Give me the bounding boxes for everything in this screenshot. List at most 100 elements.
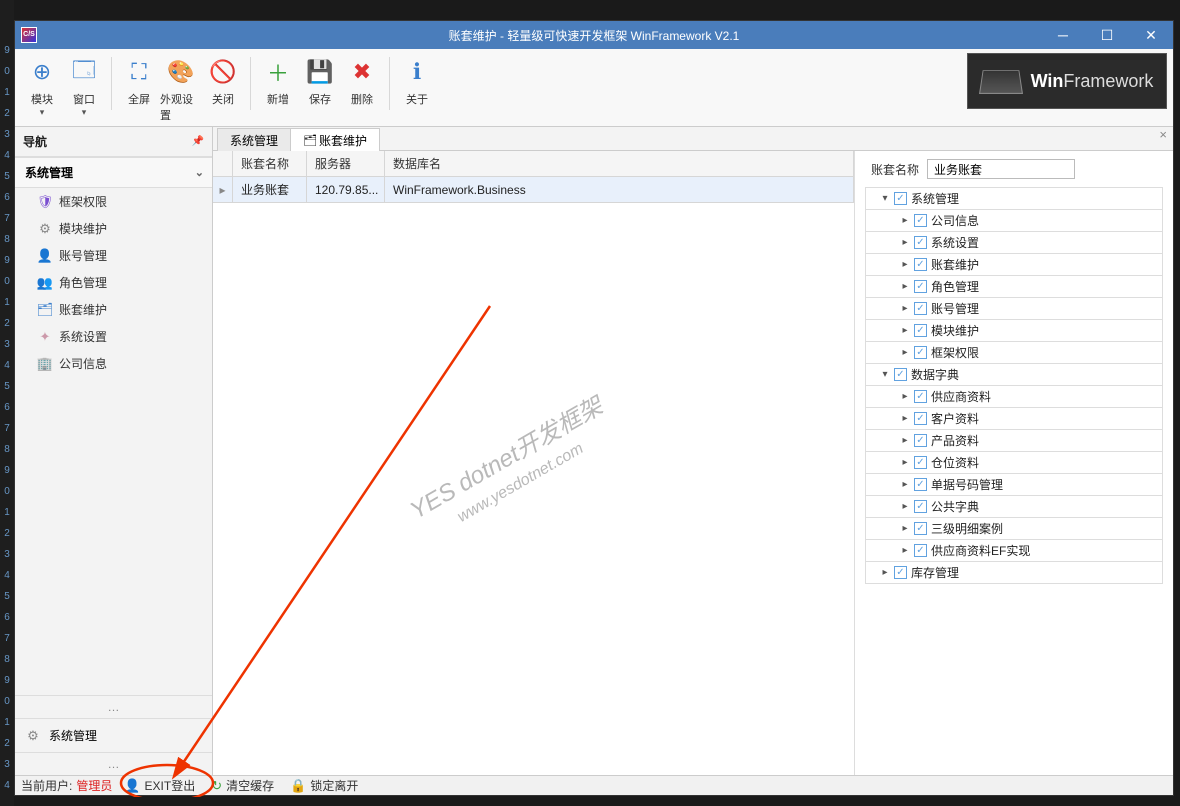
toolbar-窗口[interactable]: 🗔窗口▾ [63, 53, 105, 126]
tree-expand-icon[interactable]: ▸ [900, 391, 910, 402]
tree-checkbox[interactable]: ✓ [914, 258, 927, 271]
tree-node-模块维护[interactable]: ▸✓模块维护 [865, 320, 1163, 342]
toolbar-保存[interactable]: 💾保存 [299, 53, 341, 126]
pin-icon[interactable]: 📌 [192, 136, 204, 147]
toolbar-关于[interactable]: ℹ关于 [396, 53, 438, 126]
tree-node-公共字典[interactable]: ▸ ✓ 公共字典 [865, 496, 1163, 518]
tree-checkbox[interactable]: ✓ [914, 478, 927, 491]
nav-item-icon: 🏢 [37, 356, 53, 372]
tree-checkbox[interactable]: ✓ [914, 456, 927, 469]
clear-cache-button[interactable]: ↻ 清空缓存 [211, 777, 274, 794]
toolbar-外观设置[interactable]: 🎨外观设置 [160, 53, 202, 126]
tree-checkbox[interactable]: ✓ [914, 434, 927, 447]
grid-header-name[interactable]: 账套名称 [233, 151, 307, 176]
close-button[interactable]: ✕ [1129, 21, 1173, 49]
toolbar-删除[interactable]: ✖删除 [341, 53, 383, 126]
minimize-button[interactable]: ─ [1041, 21, 1085, 49]
tree-expand-icon[interactable]: ▸ [900, 523, 910, 534]
tree-expand-icon[interactable]: ▸ [900, 281, 910, 292]
tree-node-账号管理[interactable]: ▸✓账号管理 [865, 298, 1163, 320]
tree-checkbox[interactable]: ✓ [914, 522, 927, 535]
tree-checkbox[interactable]: ✓ [914, 280, 927, 293]
grid-header-server[interactable]: 服务器 [307, 151, 385, 176]
cell-db[interactable]: WinFramework.Business [385, 177, 854, 202]
tree-checkbox[interactable]: ✓ [914, 302, 927, 315]
watermark-line2: www.yesdotnet.com [420, 419, 619, 547]
tree-checkbox[interactable]: ✓ [894, 192, 907, 205]
tree-expand-icon[interactable]: ▸ [900, 347, 910, 358]
tree-checkbox[interactable]: ✓ [914, 544, 927, 557]
tab-close-all-icon[interactable]: × [1153, 127, 1173, 150]
tree-expand-icon[interactable]: ▸ [900, 303, 910, 314]
lock-leave-button[interactable]: 🔒 锁定离开 [290, 777, 358, 794]
grid-pane: 账套名称 服务器 数据库名 ▸业务账套120.79.85...WinFramew… [213, 151, 855, 775]
tree-node-供应商资料[interactable]: ▸✓供应商资料 [865, 386, 1163, 408]
tree-label: 公共字典 [931, 498, 979, 515]
tree-checkbox[interactable]: ✓ [914, 236, 927, 249]
tree-expand-icon[interactable]: ▸ [900, 545, 910, 556]
tree-node-框架权限[interactable]: ▸✓框架权限 [865, 342, 1163, 364]
tree-expand-icon[interactable]: ▸ [880, 567, 890, 578]
maximize-button[interactable]: ☐ [1085, 21, 1129, 49]
tree-node-客户资料[interactable]: ▸✓客户资料 [865, 408, 1163, 430]
tree-node-库存管理[interactable]: ▸✓库存管理 [865, 562, 1163, 584]
tab-系统管理[interactable]: 系统管理 [217, 128, 291, 151]
nav-header: 导航 📌 [15, 127, 212, 157]
tree-expand-icon[interactable]: ▸ [900, 259, 910, 270]
tree-node-三级明细案例[interactable]: ▸✓三级明细案例 [865, 518, 1163, 540]
tree-checkbox[interactable]: ✓ [914, 500, 927, 513]
tree-node-账套维护[interactable]: ▸✓账套维护 [865, 254, 1163, 276]
nav-item-账号管理[interactable]: 👤账号管理 [15, 242, 212, 269]
table-row[interactable]: ▸业务账套120.79.85...WinFramework.Business [213, 177, 854, 203]
toolbar-icon: 🎨 [166, 57, 196, 87]
tree-expand-icon[interactable]: ▸ [900, 325, 910, 336]
tree-checkbox[interactable]: ✓ [914, 346, 927, 359]
nav-item-系统设置[interactable]: ✦系统设置 [15, 323, 212, 350]
exit-label: EXIT登出 [145, 777, 196, 794]
tab-icon: 🗂 [303, 134, 315, 146]
tree-checkbox[interactable]: ✓ [894, 368, 907, 381]
tree-node-数据字典[interactable]: ▾ ✓ 数据字典 [865, 364, 1163, 386]
grid-header-db[interactable]: 数据库名 [385, 151, 854, 176]
tree-node-公司信息[interactable]: ▸✓公司信息 [865, 210, 1163, 232]
toolbar-全屏[interactable]: ⛶全屏 [118, 53, 160, 126]
tree-node-系统管理[interactable]: ▾✓系统管理 [865, 187, 1163, 210]
tree-expand-icon[interactable]: ▸ [900, 501, 910, 512]
tree-checkbox[interactable]: ✓ [894, 566, 907, 579]
nav-item-模块维护[interactable]: ⚙模块维护 [15, 215, 212, 242]
exit-button[interactable]: 👤 EXIT登出 [124, 777, 195, 794]
nav-item-角色管理[interactable]: 👥角色管理 [15, 269, 212, 296]
nav-section[interactable]: 系统管理 ⌄ [15, 157, 212, 188]
nav-item-账套维护[interactable]: 🗂账套维护 [15, 296, 212, 323]
toolbar-关闭[interactable]: 🚫关闭 [202, 53, 244, 126]
tree-expand-icon[interactable]: ▾ [880, 193, 890, 204]
tree-expand-icon[interactable]: ▸ [900, 413, 910, 424]
cell-server[interactable]: 120.79.85... [307, 177, 385, 202]
tree-expand-icon[interactable]: ▸ [900, 435, 910, 446]
tree-expand-icon[interactable]: ▸ [900, 215, 910, 226]
tree-node-产品资料[interactable]: ▸✓产品资料 [865, 430, 1163, 452]
tree-checkbox[interactable]: ✓ [914, 214, 927, 227]
tree-expand-icon[interactable]: ▾ [880, 369, 890, 380]
tree-checkbox[interactable]: ✓ [914, 412, 927, 425]
tree-checkbox[interactable]: ✓ [914, 324, 927, 337]
tab-账套维护[interactable]: 🗂账套维护 [290, 128, 380, 151]
tree-node-角色管理[interactable]: ▸✓角色管理 [865, 276, 1163, 298]
nav-footer-item[interactable]: ⚙ 系统管理 [15, 718, 212, 752]
cell-name[interactable]: 业务账套 [233, 177, 307, 202]
field-input-name[interactable] [927, 159, 1075, 179]
tree-expand-icon[interactable]: ▸ [900, 479, 910, 490]
toolbar-新增[interactable]: ＋新增 [257, 53, 299, 126]
toolbar-模块[interactable]: ⊕模块▾ [21, 53, 63, 126]
tree-label: 数据字典 [911, 366, 959, 383]
tree-node-供应商资料EF实现[interactable]: ▸✓供应商资料EF实现 [865, 540, 1163, 562]
nav-dots-bottom: … [15, 752, 212, 775]
tree-checkbox[interactable]: ✓ [914, 390, 927, 403]
nav-item-公司信息[interactable]: 🏢公司信息 [15, 350, 212, 377]
tree-expand-icon[interactable]: ▸ [900, 457, 910, 468]
tree-node-系统设置[interactable]: ▸✓系统设置 [865, 232, 1163, 254]
tree-node-单据号码管理[interactable]: ▸✓单据号码管理 [865, 474, 1163, 496]
tree-expand-icon[interactable]: ▸ [900, 237, 910, 248]
nav-item-框架权限[interactable]: 🛡框架权限 [15, 188, 212, 215]
tree-node-仓位资料[interactable]: ▸✓仓位资料 [865, 452, 1163, 474]
